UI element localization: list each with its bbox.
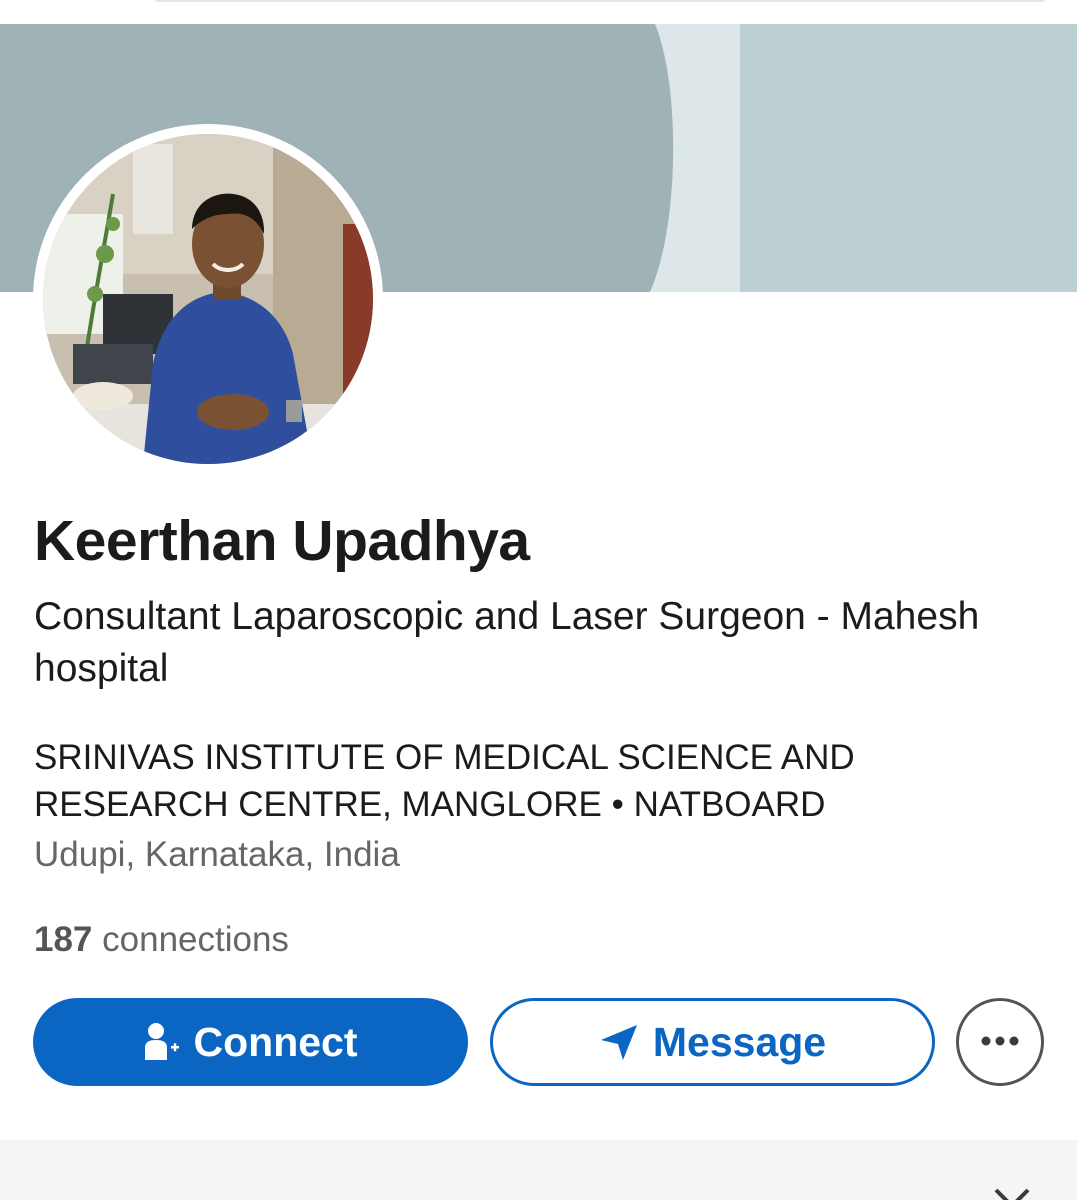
connect-button[interactable]: Connect	[33, 998, 468, 1086]
connect-label: Connect	[193, 1018, 358, 1065]
send-icon	[599, 1022, 639, 1062]
next-section-panel	[0, 1140, 1077, 1200]
profile-location: Udupi, Karnataka, India	[34, 835, 400, 874]
avatar-illustration	[43, 134, 373, 464]
top-search-strip	[0, 0, 1077, 24]
connections-summary[interactable]: 187 connections	[34, 918, 289, 962]
more-actions-button[interactable]	[956, 998, 1044, 1086]
profile-photo[interactable]	[33, 124, 383, 474]
ellipsis-icon	[980, 1033, 1020, 1051]
connections-count: 187	[34, 920, 93, 959]
profile-headline: Consultant Laparoscopic and Laser Surgeo…	[34, 595, 980, 690]
avatar	[43, 134, 373, 464]
add-person-icon	[144, 1022, 180, 1062]
connections-label: connections	[102, 920, 289, 959]
close-icon[interactable]	[992, 1186, 1032, 1200]
message-button[interactable]: Message	[490, 998, 935, 1086]
message-label: Message	[652, 1018, 827, 1065]
profile-name: Keerthan Upadhya	[34, 509, 530, 573]
search-bar-edge[interactable]	[155, 0, 1045, 2]
profile-education[interactable]: SRINIVAS INSTITUTE OF MEDICAL SCIENCE AN…	[34, 734, 1044, 828]
